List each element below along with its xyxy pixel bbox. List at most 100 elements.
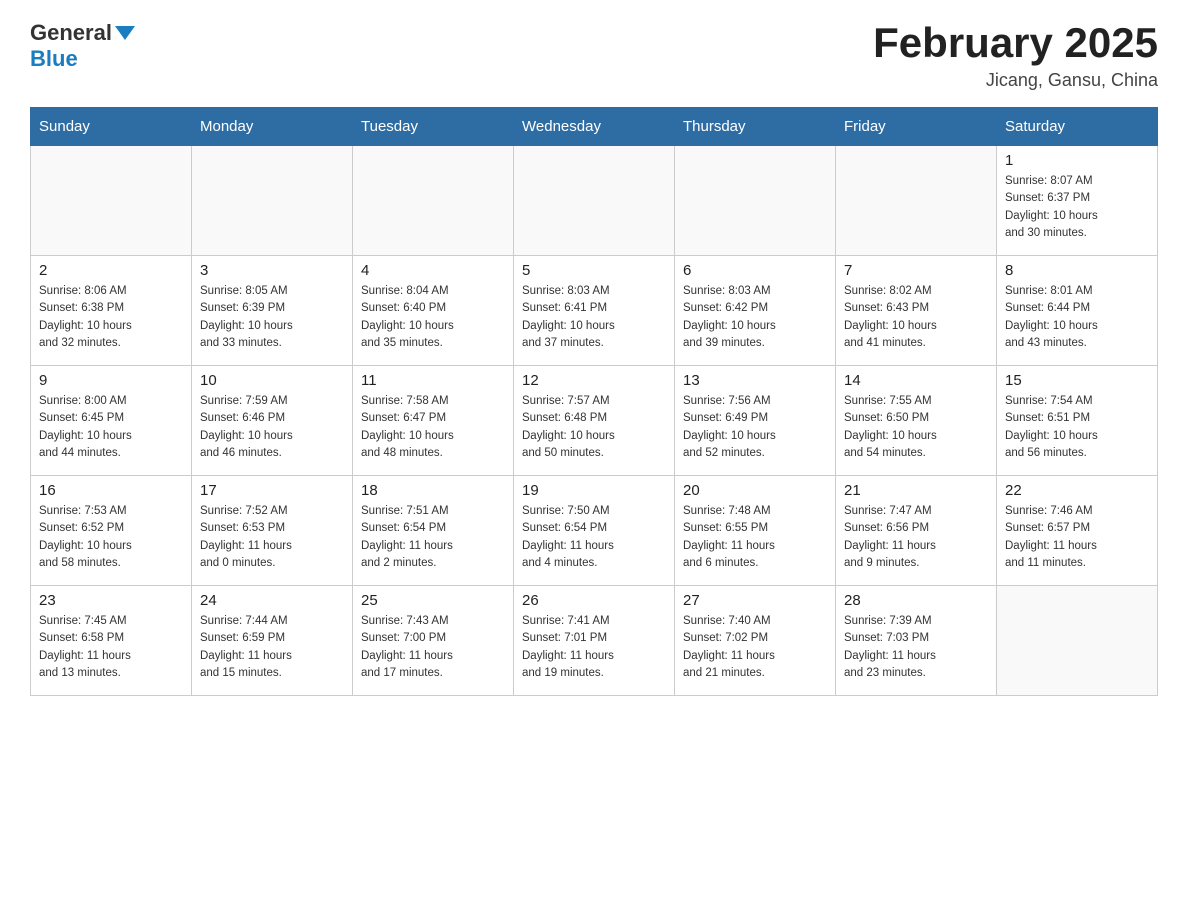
calendar-day-cell: 25 Sunrise: 7:43 AM Sunset: 7:00 PM Dayli…	[353, 586, 514, 696]
day-info: Sunrise: 7:44 AM Sunset: 6:59 PM Dayligh…	[200, 613, 344, 682]
day-number: 12	[522, 372, 666, 389]
day-info: Sunrise: 7:50 AM Sunset: 6:54 PM Dayligh…	[522, 503, 666, 572]
day-number: 15	[1005, 372, 1149, 389]
day-number: 22	[1005, 482, 1149, 499]
day-info: Sunrise: 8:03 AM Sunset: 6:41 PM Dayligh…	[522, 283, 666, 352]
day-number: 13	[683, 372, 827, 389]
calendar-week-row: 1 Sunrise: 8:07 AM Sunset: 6:37 PM Daylig…	[31, 146, 1158, 256]
day-info: Sunrise: 8:06 AM Sunset: 6:38 PM Dayligh…	[39, 283, 183, 352]
calendar-day-cell: 5Sunrise: 8:03 AM Sunset: 6:41 PM Daylig…	[514, 256, 675, 366]
page-header: General Blue February 2025 Jicang, Gansu…	[30, 20, 1158, 91]
day-number: 2	[39, 262, 183, 279]
day-number: 6	[683, 262, 827, 279]
calendar-day-cell	[836, 146, 997, 256]
calendar-day-cell	[192, 146, 353, 256]
logo: General Blue	[30, 20, 137, 72]
calendar-day-cell: 11 Sunrise: 7:58 AM Sunset: 6:47 PM Dayli…	[353, 366, 514, 476]
calendar-day-cell: 23 Sunrise: 7:45 AM Sunset: 6:58 PM Dayli…	[31, 586, 192, 696]
day-info: Sunrise: 7:43 AM Sunset: 7:00 PM Dayligh…	[361, 613, 505, 682]
calendar-day-cell: 6Sunrise: 8:03 AM Sunset: 6:42 PM Daylig…	[675, 256, 836, 366]
calendar-day-cell: 24 Sunrise: 7:44 AM Sunset: 6:59 PM Dayli…	[192, 586, 353, 696]
day-of-week-header: Thursday	[675, 108, 836, 146]
day-info: Sunrise: 8:04 AM Sunset: 6:40 PM Dayligh…	[361, 283, 505, 352]
calendar-day-cell	[997, 586, 1158, 696]
calendar-day-cell: 9 Sunrise: 8:00 AM Sunset: 6:45 PM Daylig…	[31, 366, 192, 476]
calendar-day-cell: 17 Sunrise: 7:52 AM Sunset: 6:53 PM Dayli…	[192, 476, 353, 586]
day-info: Sunrise: 7:52 AM Sunset: 6:53 PM Dayligh…	[200, 503, 344, 572]
calendar-day-cell	[514, 146, 675, 256]
calendar-day-cell: 20Sunrise: 7:48 AM Sunset: 6:55 PM Dayli…	[675, 476, 836, 586]
day-number: 9	[39, 372, 183, 389]
day-info: Sunrise: 7:58 AM Sunset: 6:47 PM Dayligh…	[361, 393, 505, 462]
day-info: Sunrise: 7:41 AM Sunset: 7:01 PM Dayligh…	[522, 613, 666, 682]
calendar-week-row: 23 Sunrise: 7:45 AM Sunset: 6:58 PM Dayli…	[31, 586, 1158, 696]
day-number: 17	[200, 482, 344, 499]
day-number: 10	[200, 372, 344, 389]
calendar-day-cell: 8 Sunrise: 8:01 AM Sunset: 6:44 PM Daylig…	[997, 256, 1158, 366]
day-number: 25	[361, 592, 505, 609]
calendar-week-row: 9 Sunrise: 8:00 AM Sunset: 6:45 PM Daylig…	[31, 366, 1158, 476]
calendar-day-cell: 18Sunrise: 7:51 AM Sunset: 6:54 PM Dayli…	[353, 476, 514, 586]
day-info: Sunrise: 8:05 AM Sunset: 6:39 PM Dayligh…	[200, 283, 344, 352]
calendar-day-cell	[31, 146, 192, 256]
calendar-week-row: 16 Sunrise: 7:53 AM Sunset: 6:52 PM Dayli…	[31, 476, 1158, 586]
day-number: 11	[361, 372, 505, 389]
calendar-day-cell: 7 Sunrise: 8:02 AM Sunset: 6:43 PM Daylig…	[836, 256, 997, 366]
day-number: 24	[200, 592, 344, 609]
day-info: Sunrise: 8:01 AM Sunset: 6:44 PM Dayligh…	[1005, 283, 1149, 352]
day-info: Sunrise: 7:39 AM Sunset: 7:03 PM Dayligh…	[844, 613, 988, 682]
calendar-day-cell: 22 Sunrise: 7:46 AM Sunset: 6:57 PM Dayli…	[997, 476, 1158, 586]
day-info: Sunrise: 8:02 AM Sunset: 6:43 PM Dayligh…	[844, 283, 988, 352]
day-info: Sunrise: 7:55 AM Sunset: 6:50 PM Dayligh…	[844, 393, 988, 462]
day-number: 28	[844, 592, 988, 609]
day-number: 26	[522, 592, 666, 609]
location-title: Jicang, Gansu, China	[873, 70, 1158, 91]
day-info: Sunrise: 7:59 AM Sunset: 6:46 PM Dayligh…	[200, 393, 344, 462]
day-of-week-header: Wednesday	[514, 108, 675, 146]
month-title: February 2025	[873, 20, 1158, 66]
title-section: February 2025 Jicang, Gansu, China	[873, 20, 1158, 91]
calendar-day-cell: 13 Sunrise: 7:56 AM Sunset: 6:49 PM Dayli…	[675, 366, 836, 476]
day-number: 20	[683, 482, 827, 499]
day-number: 21	[844, 482, 988, 499]
calendar-day-cell: 3Sunrise: 8:05 AM Sunset: 6:39 PM Daylig…	[192, 256, 353, 366]
day-number: 7	[844, 262, 988, 279]
calendar-day-cell: 4 Sunrise: 8:04 AM Sunset: 6:40 PM Daylig…	[353, 256, 514, 366]
day-of-week-header: Friday	[836, 108, 997, 146]
day-info: Sunrise: 7:47 AM Sunset: 6:56 PM Dayligh…	[844, 503, 988, 572]
day-info: Sunrise: 7:45 AM Sunset: 6:58 PM Dayligh…	[39, 613, 183, 682]
day-of-week-header: Saturday	[997, 108, 1158, 146]
day-of-week-header: Sunday	[31, 108, 192, 146]
day-info: Sunrise: 7:46 AM Sunset: 6:57 PM Dayligh…	[1005, 503, 1149, 572]
logo-arrow-icon	[115, 26, 135, 40]
day-info: Sunrise: 8:00 AM Sunset: 6:45 PM Dayligh…	[39, 393, 183, 462]
calendar-table: SundayMondayTuesdayWednesdayThursdayFrid…	[30, 107, 1158, 696]
day-number: 27	[683, 592, 827, 609]
day-of-week-header: Tuesday	[353, 108, 514, 146]
calendar-day-cell	[353, 146, 514, 256]
day-info: Sunrise: 7:51 AM Sunset: 6:54 PM Dayligh…	[361, 503, 505, 572]
calendar-header-row: SundayMondayTuesdayWednesdayThursdayFrid…	[31, 108, 1158, 146]
day-number: 23	[39, 592, 183, 609]
calendar-day-cell: 21 Sunrise: 7:47 AM Sunset: 6:56 PM Dayli…	[836, 476, 997, 586]
day-number: 4	[361, 262, 505, 279]
calendar-day-cell: 28 Sunrise: 7:39 AM Sunset: 7:03 PM Dayli…	[836, 586, 997, 696]
calendar-day-cell: 10 Sunrise: 7:59 AM Sunset: 6:46 PM Dayli…	[192, 366, 353, 476]
day-number: 1	[1005, 152, 1149, 169]
calendar-day-cell	[675, 146, 836, 256]
day-info: Sunrise: 7:57 AM Sunset: 6:48 PM Dayligh…	[522, 393, 666, 462]
day-info: Sunrise: 7:54 AM Sunset: 6:51 PM Dayligh…	[1005, 393, 1149, 462]
calendar-day-cell: 1 Sunrise: 8:07 AM Sunset: 6:37 PM Daylig…	[997, 146, 1158, 256]
day-number: 16	[39, 482, 183, 499]
day-of-week-header: Monday	[192, 108, 353, 146]
day-info: Sunrise: 8:07 AM Sunset: 6:37 PM Dayligh…	[1005, 173, 1149, 242]
calendar-day-cell: 19Sunrise: 7:50 AM Sunset: 6:54 PM Dayli…	[514, 476, 675, 586]
logo-blue-text: Blue	[30, 46, 78, 72]
day-info: Sunrise: 7:56 AM Sunset: 6:49 PM Dayligh…	[683, 393, 827, 462]
calendar-day-cell: 14Sunrise: 7:55 AM Sunset: 6:50 PM Dayli…	[836, 366, 997, 476]
day-info: Sunrise: 7:53 AM Sunset: 6:52 PM Dayligh…	[39, 503, 183, 572]
calendar-day-cell: 12 Sunrise: 7:57 AM Sunset: 6:48 PM Dayli…	[514, 366, 675, 476]
calendar-day-cell: 2 Sunrise: 8:06 AM Sunset: 6:38 PM Daylig…	[31, 256, 192, 366]
calendar-day-cell: 27Sunrise: 7:40 AM Sunset: 7:02 PM Dayli…	[675, 586, 836, 696]
day-number: 8	[1005, 262, 1149, 279]
